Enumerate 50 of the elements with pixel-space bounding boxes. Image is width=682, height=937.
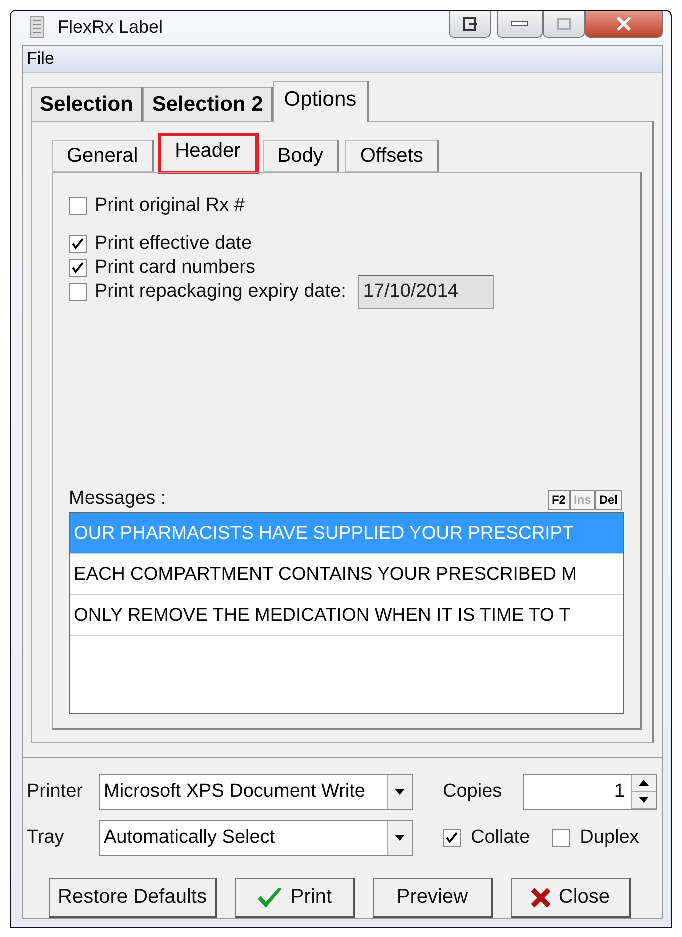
tab[interactable]: Offsets (345, 140, 440, 172)
caret-icon (395, 835, 405, 841)
maximize-icon (557, 18, 571, 30)
key-button[interactable]: Del (595, 490, 622, 510)
close-button[interactable] (585, 11, 663, 38)
down-arrow-icon[interactable] (639, 797, 649, 803)
printer-dropdown[interactable]: Microsoft XPS Document Write (99, 774, 413, 810)
checkbox-label: Collate (471, 827, 530, 849)
copies-spinner[interactable]: 1 (523, 774, 657, 810)
caret-icon (395, 789, 405, 795)
minimize-icon (511, 20, 529, 28)
tab[interactable]: General (52, 140, 154, 172)
dialog-button[interactable]: Preview (372, 878, 493, 918)
minimize-button[interactable] (497, 11, 543, 38)
checkbox[interactable] (69, 197, 87, 215)
checkmark-icon (256, 886, 283, 908)
window-icon (462, 16, 478, 32)
date-field[interactable]: 17/10/2014 (358, 275, 494, 309)
checkbox-label: Duplex (580, 827, 640, 849)
checkbox[interactable] (69, 235, 87, 253)
app-icon (30, 16, 44, 38)
key-button[interactable]: F2 (548, 490, 570, 510)
tab[interactable]: Selection 2 (143, 87, 274, 121)
checkbox[interactable] (69, 259, 87, 277)
tab[interactable]: Selection (31, 87, 144, 121)
print-button[interactable]: Print (234, 878, 355, 918)
checkbox[interactable] (443, 829, 461, 847)
checkbox-label: Print card numbers (95, 257, 256, 279)
copies-label: Copies (443, 781, 504, 803)
close-button[interactable]: Close (510, 878, 631, 918)
printer-label: Printer (27, 781, 84, 803)
checkbox[interactable] (69, 283, 87, 301)
tray-dropdown[interactable]: Automatically Select (99, 820, 413, 856)
tab[interactable]: Body (262, 140, 340, 172)
messages-label: Messages : (69, 488, 166, 510)
dialog-button[interactable]: Restore Defaults (49, 878, 217, 918)
menu-item[interactable]: File (27, 49, 54, 69)
checkbox-label: Print effective date (95, 233, 252, 255)
close-icon (616, 17, 632, 31)
checkbox[interactable] (552, 829, 570, 847)
tab[interactable]: Header (160, 135, 257, 172)
tab[interactable]: Options (273, 81, 369, 122)
window-title: FlexRx Label (58, 16, 164, 38)
tray-label: Tray (27, 827, 66, 849)
up-arrow-icon[interactable] (639, 780, 649, 786)
maximize-button[interactable] (543, 11, 585, 38)
checkbox-label: Print original Rx # (95, 195, 245, 217)
checkbox-label: Print repackaging expiry date: (95, 281, 346, 303)
x-icon (530, 888, 551, 908)
restore-button[interactable] (449, 11, 491, 38)
